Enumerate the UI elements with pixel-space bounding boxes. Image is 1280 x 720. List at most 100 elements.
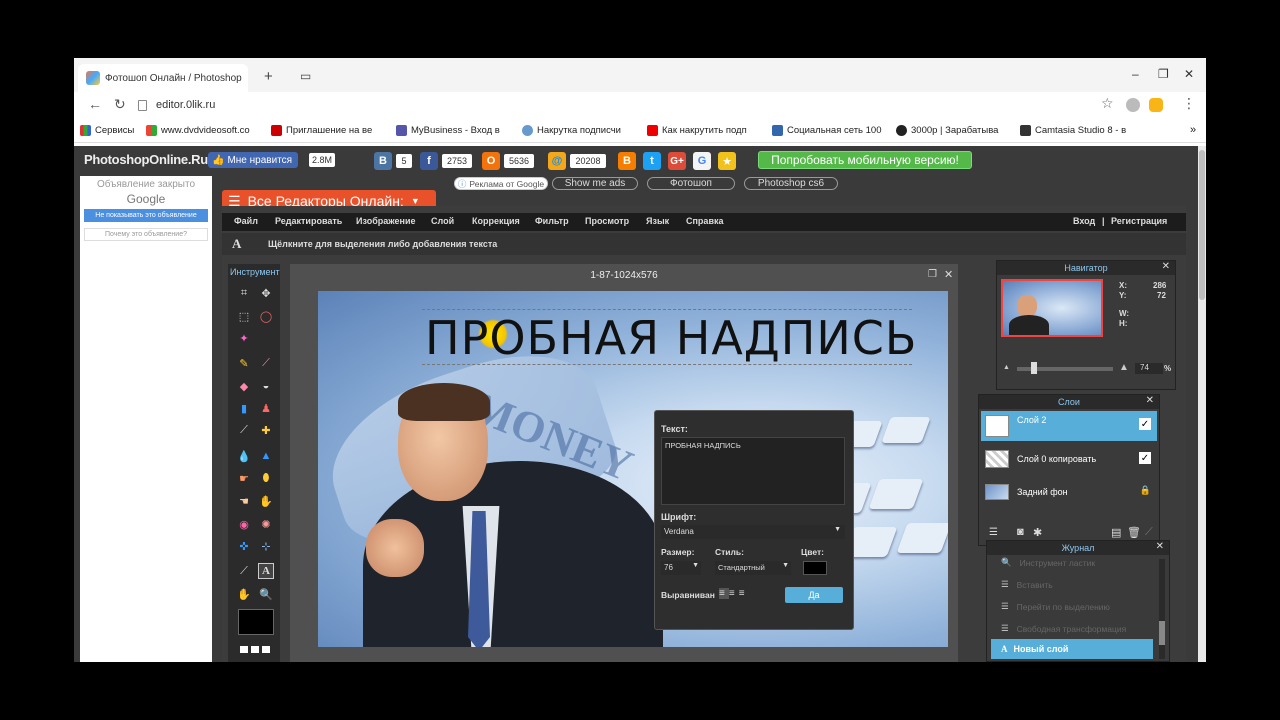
history-item[interactable]: 🔍 Инструмент ластик xyxy=(1001,557,1095,568)
history-item[interactable]: ☰ Свободная трансформация xyxy=(1001,623,1126,634)
heal-tool-icon[interactable]: ✚ xyxy=(258,422,274,438)
history-item-active[interactable]: A Новый слой xyxy=(991,639,1153,659)
blogger-icon[interactable]: B xyxy=(618,152,636,170)
eraser-tool-icon[interactable]: ◆ xyxy=(236,378,252,394)
menu-file[interactable]: Файл xyxy=(234,216,258,226)
zoom-in-icon[interactable]: ▲ xyxy=(1119,362,1129,373)
menu-edit[interactable]: Редактировать xyxy=(275,216,342,226)
bookmarks-more-button[interactable]: » xyxy=(1190,124,1196,136)
maximize-doc-icon[interactable]: ❐ xyxy=(928,269,937,280)
ad-by-google[interactable]: ⓘ Реклама от Google xyxy=(454,177,548,190)
new-layer-icon[interactable]: ▤ xyxy=(1111,526,1121,539)
menu-language[interactable]: Язык xyxy=(646,216,669,226)
gradient-tool-icon[interactable]: ▮ xyxy=(236,400,252,416)
bookmark-item[interactable]: Сервисы xyxy=(80,125,134,136)
history-scrollbar-thumb[interactable] xyxy=(1159,621,1165,645)
tab-search-icon[interactable]: ▭ xyxy=(300,69,311,83)
menu-filter[interactable]: Фильтр xyxy=(535,216,569,226)
bookmark-item[interactable]: Накрутка подписчи xyxy=(522,125,621,136)
bookmark-star-icon[interactable]: ★ xyxy=(718,152,736,170)
align-center-icon[interactable]: ≡ xyxy=(729,588,739,599)
maximize-button[interactable]: ❐ xyxy=(1158,67,1169,81)
layer-settings-icon[interactable]: ☰ xyxy=(989,527,998,538)
swap-colors-icon[interactable] xyxy=(251,646,259,653)
menu-dots-icon[interactable]: ⋮ xyxy=(1182,95,1196,112)
photoshop-cs6-link[interactable]: Photoshop cs6 xyxy=(744,177,838,190)
close-icon[interactable]: ✕ xyxy=(1162,261,1170,272)
login-link[interactable]: Вход xyxy=(1073,216,1095,226)
page-scrollbar-thumb[interactable] xyxy=(1199,150,1205,300)
default-colors-icon[interactable] xyxy=(240,646,248,653)
page-scrollbar[interactable] xyxy=(1198,146,1206,662)
show-me-ads-link[interactable]: Show me ads xyxy=(552,177,638,190)
menu-layer[interactable]: Слой xyxy=(431,216,454,226)
menu-image[interactable]: Изображение xyxy=(356,216,416,226)
history-item[interactable]: ☰ Вставить xyxy=(1001,579,1053,590)
text-color-swatch[interactable] xyxy=(803,561,827,575)
layer-item[interactable]: Слой 2 ✓ xyxy=(981,411,1157,441)
browser-tab[interactable]: Фотошоп Онлайн / Photoshop xyxy=(78,64,248,92)
stamp-tool-icon[interactable]: ♟ xyxy=(258,400,274,416)
bucket-tool-icon[interactable]: ◒ xyxy=(258,378,274,394)
history-item[interactable]: ☰ Перейти по выделению xyxy=(1001,601,1110,612)
bookmark-item[interactable]: MyBusiness - Вход в xyxy=(396,125,500,136)
site-logo[interactable]: PhotoshopOnline.Ru xyxy=(84,152,208,167)
wand-tool-icon[interactable]: ✦ xyxy=(236,330,252,346)
close-icon[interactable]: ✕ xyxy=(1156,541,1164,552)
layer-effects-icon[interactable]: ✱ xyxy=(1033,526,1042,539)
bookmark-item[interactable]: Как накрутить подп xyxy=(647,125,747,136)
lasso-tool-icon[interactable]: ◯ xyxy=(258,308,274,324)
sponge-tool-icon[interactable]: ⬮ xyxy=(258,470,274,486)
close-window-button[interactable]: ✕ xyxy=(1184,67,1194,81)
minimize-button[interactable]: – xyxy=(1132,67,1139,81)
zoom-slider-handle[interactable] xyxy=(1031,362,1037,374)
ad-dont-show-button[interactable]: Не показывать это объявление xyxy=(84,209,208,222)
back-arrow-icon[interactable]: ← xyxy=(88,96,102,112)
navigator-thumbnail[interactable] xyxy=(1001,279,1103,337)
google-icon[interactable]: G xyxy=(693,152,711,170)
dropper-tool-icon[interactable]: ⟋ xyxy=(236,422,252,438)
extension-icon[interactable] xyxy=(1149,98,1163,112)
url-field[interactable]: editor.0lik.ru xyxy=(156,99,215,111)
bookmark-item[interactable]: Социальная сеть 100 xyxy=(772,125,882,136)
like-button[interactable]: 👍 Мне нравится xyxy=(208,152,298,168)
bookmark-item[interactable]: 3000р | Зарабатыва xyxy=(896,125,998,136)
line-tool-icon[interactable]: ⟋ xyxy=(236,563,252,579)
size-select[interactable]: 76 ▼ xyxy=(661,561,701,575)
pencil-tool-icon[interactable]: ✎ xyxy=(236,355,252,371)
redeye-tool-icon[interactable]: ◉ xyxy=(236,516,252,532)
align-right-icon[interactable]: ≡ xyxy=(739,588,749,599)
close-doc-icon[interactable]: ✕ xyxy=(944,268,953,281)
register-link[interactable]: Регистрация xyxy=(1111,216,1167,226)
marquee-tool-icon[interactable]: ⬚ xyxy=(236,308,252,324)
bookmark-item[interactable]: Camtasia Studio 8 - в xyxy=(1020,125,1126,136)
vk-icon[interactable]: B xyxy=(374,152,392,170)
ad-why-button[interactable]: Почему это объявление? xyxy=(84,228,208,241)
menu-view[interactable]: Просмотр xyxy=(585,216,629,226)
mail-icon[interactable]: @ xyxy=(548,152,566,170)
mobile-version-button[interactable]: Попробовать мобильную версию! xyxy=(758,151,972,169)
sharpen-tool-icon[interactable]: ▲ xyxy=(258,448,274,464)
bloat-tool-icon[interactable]: ✺ xyxy=(258,516,274,532)
smudge-tool-icon[interactable]: ☛ xyxy=(236,470,252,486)
brush-tool-icon[interactable]: ⟋ xyxy=(258,355,274,371)
style-select[interactable]: Стандартный ▼ xyxy=(715,561,791,575)
menu-help[interactable]: Справка xyxy=(686,216,723,226)
layer-visibility-checkbox[interactable]: ✓ xyxy=(1139,418,1151,430)
layer-item[interactable]: Слой 0 копировать ✓ xyxy=(981,444,1157,474)
star-icon[interactable]: ☆ xyxy=(1101,95,1114,112)
odnoklassniki-icon[interactable]: О xyxy=(482,152,500,170)
reload-icon[interactable]: ↻ xyxy=(114,96,126,113)
photoshop-link[interactable]: Фотошоп xyxy=(647,177,735,190)
color-swatch[interactable] xyxy=(238,609,274,635)
close-icon[interactable]: ✕ xyxy=(1146,395,1154,406)
bookmark-item[interactable]: Приглашение на ве xyxy=(271,125,372,136)
blur-tool-icon[interactable]: 💧 xyxy=(236,448,252,464)
mask-mode-icon[interactable] xyxy=(262,646,270,653)
twitter-icon[interactable]: t xyxy=(643,152,661,170)
delete-layer-icon[interactable]: 🗑 xyxy=(1127,526,1141,539)
facebook-icon[interactable]: f xyxy=(420,152,438,170)
zoom-tool-icon[interactable]: 🔍 xyxy=(258,586,274,602)
layer-visibility-checkbox[interactable]: ✓ xyxy=(1139,452,1151,464)
bookmark-item[interactable]: www.dvdvideosoft.co xyxy=(146,125,250,136)
